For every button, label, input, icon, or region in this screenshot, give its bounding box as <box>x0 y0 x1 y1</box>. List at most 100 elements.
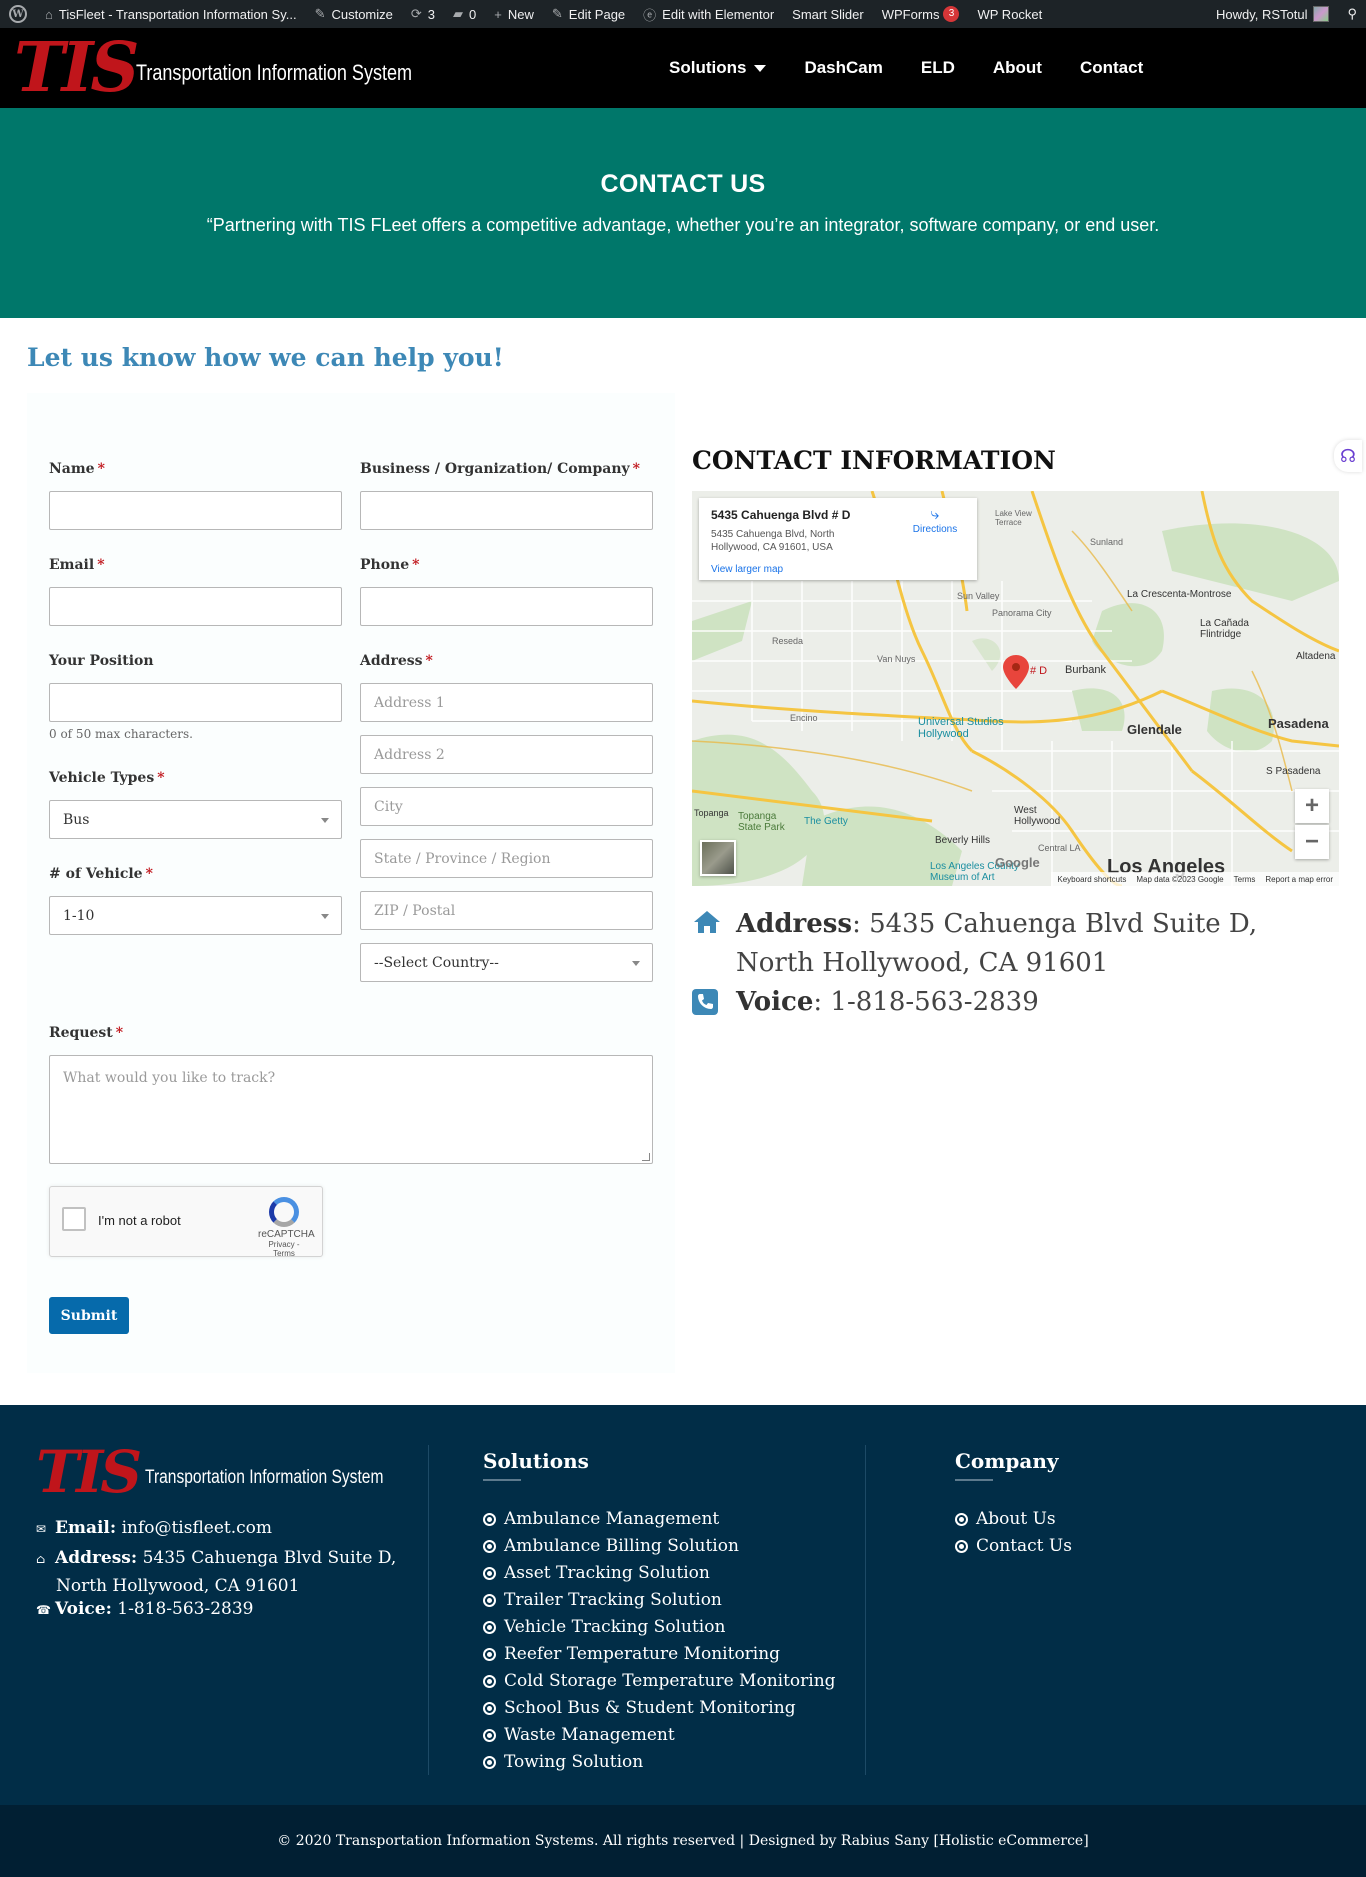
resize-handle[interactable] <box>642 1153 650 1161</box>
avatar <box>1313 6 1330 22</box>
footer-solution-link[interactable]: Towing Solution <box>483 1752 643 1772</box>
address1-field[interactable]: Address 1 <box>360 683 653 722</box>
recaptcha-widget: I'm not a robot reCAPTCHA Privacy - Term… <box>49 1186 323 1258</box>
page-title: CONTACT US <box>600 170 766 198</box>
zoom-out-button[interactable]: − <box>1295 825 1329 859</box>
satellite-toggle[interactable] <box>700 840 736 876</box>
footer-logo-mark: TIS <box>36 1438 142 1506</box>
footer-solution-link[interactable]: Ambulance Management <box>483 1509 719 1529</box>
address-label: Address * <box>360 653 433 669</box>
admin-updates[interactable]: ⟳ 3 <box>402 0 444 28</box>
phone-label: Phone * <box>360 557 420 573</box>
state-field[interactable]: State / Province / Region <box>360 839 653 878</box>
recaptcha-checkbox[interactable] <box>62 1207 86 1231</box>
home-icon: ⌂ <box>36 1552 46 1566</box>
footer-email-link[interactable]: info@tisfleet.com <box>122 1518 272 1538</box>
admin-comments[interactable]: ▰ 0 <box>444 0 485 28</box>
footer-company-link[interactable]: Contact Us <box>955 1536 1072 1556</box>
admin-site-title[interactable]: ⌂ TisFleet - Transportation Information S… <box>36 0 306 28</box>
footer-solution-link[interactable]: School Bus & Student Monitoring <box>483 1698 796 1718</box>
google-logo: Google <box>995 855 1040 870</box>
footer-solution-link[interactable]: Trailer Tracking Solution <box>483 1590 722 1610</box>
site-header: TIS Transportation Information System So… <box>0 28 1366 108</box>
name-field[interactable] <box>49 491 342 530</box>
address2-field[interactable]: Address 2 <box>360 735 653 774</box>
chevron-down-icon <box>321 818 329 823</box>
position-label: Your Position <box>49 653 154 669</box>
comment-icon: ▰ <box>453 6 464 21</box>
admin-wp-rocket[interactable]: WP Rocket <box>968 0 1051 28</box>
nav-dashcam[interactable]: DashCam <box>785 58 901 78</box>
num-vehicle-select[interactable]: 1-10 <box>49 896 342 935</box>
wordpress-icon: W <box>9 5 27 23</box>
footer-solution-link[interactable]: Reefer Temperature Monitoring <box>483 1644 780 1664</box>
position-field[interactable] <box>49 683 342 722</box>
nav-about[interactable]: About <box>974 58 1061 78</box>
hero-banner: CONTACT US “Partnering with TIS FLeet of… <box>0 108 1366 318</box>
country-select[interactable]: --Select Country-- <box>360 943 653 982</box>
footer-email: ✉ Email: info@tisfleet.com <box>36 1518 273 1538</box>
phone-icon <box>692 989 718 1022</box>
main-nav: Solutions DashCam ELD About Contact <box>650 28 1162 108</box>
location-pin-icon <box>1003 655 1029 689</box>
footer-solution-link[interactable]: Asset Tracking Solution <box>483 1563 710 1583</box>
contact-voice: Voice: 1-818-563-2839 <box>692 983 1039 1022</box>
phone-field[interactable] <box>360 587 653 626</box>
name-label: Name * <box>49 461 105 477</box>
recaptcha-label: I'm not a robot <box>98 1213 181 1228</box>
circle-dot-icon <box>483 1566 496 1580</box>
nav-solutions[interactable]: Solutions <box>650 58 785 78</box>
footer-company-link[interactable]: About Us <box>955 1509 1056 1529</box>
admin-wpforms[interactable]: WPForms 3 <box>873 0 969 28</box>
email-field[interactable] <box>49 587 342 626</box>
footer-solution-link[interactable]: Cold Storage Temperature Monitoring <box>483 1671 836 1691</box>
zoom-in-button[interactable]: + <box>1295 789 1329 823</box>
copyright-bar: © 2020 Transportation Information System… <box>0 1805 1366 1877</box>
headset-icon: ☊ <box>1340 445 1356 467</box>
nav-contact[interactable]: Contact <box>1061 58 1162 78</box>
request-textarea[interactable]: What would you like to track? <box>49 1055 653 1164</box>
map-place-title: 5435 Cahuenga Blvd # D <box>711 508 851 522</box>
footer-solution-link[interactable]: Waste Management <box>483 1725 675 1745</box>
admin-bar: W ⌂ TisFleet - Transportation Information… <box>0 0 1366 28</box>
google-map[interactable]: Panorama City Sun Valley Reseda Van Nuys… <box>692 491 1339 886</box>
support-widget-button[interactable]: ☊ <box>1334 440 1362 472</box>
business-field[interactable] <box>360 491 653 530</box>
vehicle-types-select[interactable]: Bus <box>49 800 342 839</box>
zip-field[interactable]: ZIP / Postal <box>360 891 653 930</box>
circle-dot-icon <box>955 1512 968 1526</box>
circle-dot-icon <box>483 1593 496 1607</box>
directions-link[interactable]: ⤷ Directions <box>907 506 963 535</box>
admin-smart-slider[interactable]: Smart Slider <box>783 0 873 28</box>
admin-search[interactable]: ⚲ <box>1338 0 1366 28</box>
circle-dot-icon <box>483 1512 496 1526</box>
admin-new[interactable]: + New <box>485 0 543 28</box>
admin-edit-elementor[interactable]: ⓔ Edit with Elementor <box>634 0 783 28</box>
hero-subtitle: “Partnering with TIS FLeet offers a comp… <box>206 215 1160 235</box>
plus-icon: + <box>494 6 502 22</box>
city-field[interactable]: City <box>360 787 653 826</box>
footer-solution-link[interactable]: Vehicle Tracking Solution <box>483 1617 725 1637</box>
wordpress-logo-menu[interactable]: W <box>0 0 36 28</box>
directions-icon: ⤷ <box>930 506 940 523</box>
admin-customize[interactable]: ✎ Customize <box>306 0 402 28</box>
circle-dot-icon <box>483 1755 496 1769</box>
footer-solution-link[interactable]: Ambulance Billing Solution <box>483 1536 739 1556</box>
nav-eld[interactable]: ELD <box>902 58 974 78</box>
map-data-text: Map data ©2023 Google <box>1136 874 1224 884</box>
admin-account[interactable]: Howdy, RSTotul <box>1207 0 1339 28</box>
terms-link[interactable]: Terms <box>1234 875 1256 884</box>
brush-icon: ✎ <box>314 6 326 21</box>
view-larger-map-link[interactable]: View larger map <box>711 564 783 575</box>
submit-button[interactable]: Submit <box>49 1297 129 1334</box>
recaptcha-terms[interactable]: Privacy - Terms <box>258 1240 310 1258</box>
keyboard-shortcuts-link[interactable]: Keyboard shortcuts <box>1057 875 1126 884</box>
circle-dot-icon <box>483 1701 496 1715</box>
map-info-card: 5435 Cahuenga Blvd # D 5435 Cahuenga Blv… <box>699 498 977 580</box>
position-hint: 0 of 50 max characters. <box>49 727 193 741</box>
envelope-icon: ✉ <box>36 1522 47 1536</box>
report-map-error-link[interactable]: Report a map error <box>1265 875 1333 884</box>
contact-address: Address: 5435 Cahuenga Blvd Suite D, Nor… <box>692 905 1257 983</box>
admin-edit-page[interactable]: ✎ Edit Page <box>543 0 634 28</box>
heading-underline <box>483 1479 521 1481</box>
